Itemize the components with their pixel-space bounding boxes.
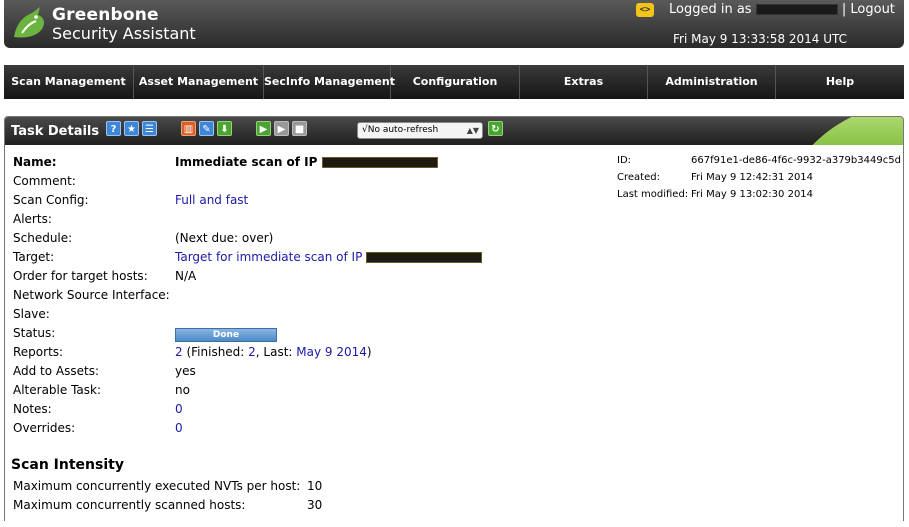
- separator: |: [841, 2, 847, 17]
- panel-title: Task Details: [11, 124, 100, 139]
- id-value: 667f91e1-de86-4f6c-9932-a379b3449c5d: [691, 155, 901, 166]
- id-label: ID:: [617, 155, 632, 166]
- task-details-panel: Task Details ? ★ ☰ ▥ ✎ ⬇ ▶ ▶ ■ √No auto-…: [4, 116, 904, 522]
- brand-subtitle: Security Assistant: [52, 24, 196, 43]
- schedule-value: (Next due: over): [175, 231, 274, 245]
- redacted-target-ip: [366, 252, 483, 263]
- nav-help[interactable]: Help: [776, 65, 904, 99]
- delete-icon[interactable]: ▥: [181, 121, 196, 136]
- panel-header: Task Details ? ★ ☰ ▥ ✎ ⬇ ▶ ▶ ■ √No auto-…: [5, 117, 903, 145]
- login-info: Logged in as | Logout: [669, 2, 895, 17]
- current-datetime: Fri May 9 13:33:58 2014 UTC: [673, 32, 848, 46]
- network-source-interface-label: Network Source Interface:: [13, 288, 170, 302]
- max-nvts-label: Maximum concurrently executed NVTs per h…: [13, 479, 301, 493]
- max-hosts-label: Maximum concurrently scanned hosts:: [13, 498, 246, 512]
- scan-config-label: Scan Config:: [13, 193, 89, 207]
- name-value: Immediate scan of IP: [175, 155, 438, 169]
- scan-config-link[interactable]: Full and fast: [175, 193, 248, 207]
- export-icon[interactable]: ⬇: [217, 121, 232, 136]
- reports-value: 2 (Finished: 2, Last: May 9 2014): [175, 345, 372, 359]
- resume-icon[interactable]: ▶: [274, 121, 289, 136]
- target-link[interactable]: Target for immediate scan of IP: [175, 250, 362, 264]
- overrides-label: Overrides:: [13, 421, 76, 435]
- reports-finished-prefix: (Finished:: [182, 345, 249, 359]
- redacted-ip: [321, 157, 438, 168]
- alterable-task-label: Alterable Task:: [13, 383, 102, 397]
- xml-code-icon[interactable]: <>: [636, 3, 654, 17]
- nav-asset-management[interactable]: Asset Management: [134, 65, 264, 99]
- created-label: Created:: [617, 172, 660, 183]
- max-hosts-value: 30: [307, 498, 323, 512]
- reports-label: Reports:: [13, 345, 64, 359]
- reports-finished-link[interactable]: 2: [248, 345, 256, 359]
- order-value: N/A: [175, 269, 197, 283]
- max-nvts-value: 10: [307, 479, 323, 493]
- panel-body: Name: Immediate scan of IP Comment: Scan…: [5, 145, 903, 522]
- comment-label: Comment:: [13, 174, 76, 188]
- target-value: Target for immediate scan of IP: [175, 250, 483, 264]
- nav-extras[interactable]: Extras: [520, 65, 648, 99]
- created-value: Fri May 9 12:42:31 2014: [691, 172, 814, 183]
- status-progress-bar: Done: [175, 328, 277, 342]
- reports-last-prefix: , Last:: [255, 345, 297, 359]
- reports-suffix: ): [366, 345, 372, 359]
- main-nav: Scan Management Asset Management SecInfo…: [4, 65, 904, 99]
- task-name: Immediate scan of IP: [175, 155, 318, 169]
- header-decoration: [795, 117, 903, 145]
- slave-label: Slave:: [13, 307, 50, 321]
- logout-link[interactable]: Logout: [850, 2, 895, 17]
- overrides-link[interactable]: 0: [175, 421, 183, 435]
- nav-scan-management[interactable]: Scan Management: [4, 65, 134, 99]
- last-modified-value: Fri May 9 13:02:30 2014: [691, 189, 814, 200]
- auto-refresh-value: √No auto-refresh: [362, 125, 439, 135]
- new-task-icon[interactable]: ★: [124, 121, 139, 136]
- stop-icon[interactable]: ■: [292, 121, 307, 136]
- notes-link[interactable]: 0: [175, 402, 183, 416]
- nav-administration[interactable]: Administration: [648, 65, 776, 99]
- auto-refresh-select[interactable]: √No auto-refresh ▲▼: [357, 122, 483, 139]
- alterable-task-value: no: [175, 383, 190, 397]
- start-icon[interactable]: ▶: [256, 121, 271, 136]
- scan-intensity-title: Scan Intensity: [11, 457, 124, 473]
- schedule-label: Schedule:: [13, 231, 73, 245]
- order-label: Order for target hosts:: [13, 269, 148, 283]
- greenbone-logo-icon: [14, 7, 45, 38]
- logged-in-label: Logged in as: [669, 2, 752, 17]
- last-modified-label: Last modified:: [617, 189, 689, 200]
- reports-count-link[interactable]: 2: [175, 345, 183, 359]
- nav-configuration[interactable]: Configuration: [391, 65, 520, 99]
- brand-name: Greenbone: [52, 5, 159, 25]
- app-header: Greenbone Security Assistant <> Logged i…: [4, 0, 904, 48]
- task-list-icon[interactable]: ☰: [142, 121, 157, 136]
- help-icon[interactable]: ?: [106, 121, 121, 136]
- select-arrows-icon: ▲▼: [466, 126, 479, 135]
- notes-label: Notes:: [13, 402, 52, 416]
- name-label: Name:: [13, 155, 57, 169]
- add-to-assets-label: Add to Assets:: [13, 364, 100, 378]
- alerts-label: Alerts:: [13, 212, 52, 226]
- reports-last-link[interactable]: May 9 2014: [296, 345, 367, 359]
- refresh-icon[interactable]: ↻: [488, 121, 503, 136]
- edit-icon[interactable]: ✎: [199, 121, 214, 136]
- redacted-username: [755, 4, 838, 15]
- status-label: Status:: [13, 326, 56, 340]
- target-label: Target:: [13, 250, 55, 264]
- nav-secinfo-management[interactable]: SecInfo Management: [264, 65, 395, 99]
- add-to-assets-value: yes: [175, 364, 196, 378]
